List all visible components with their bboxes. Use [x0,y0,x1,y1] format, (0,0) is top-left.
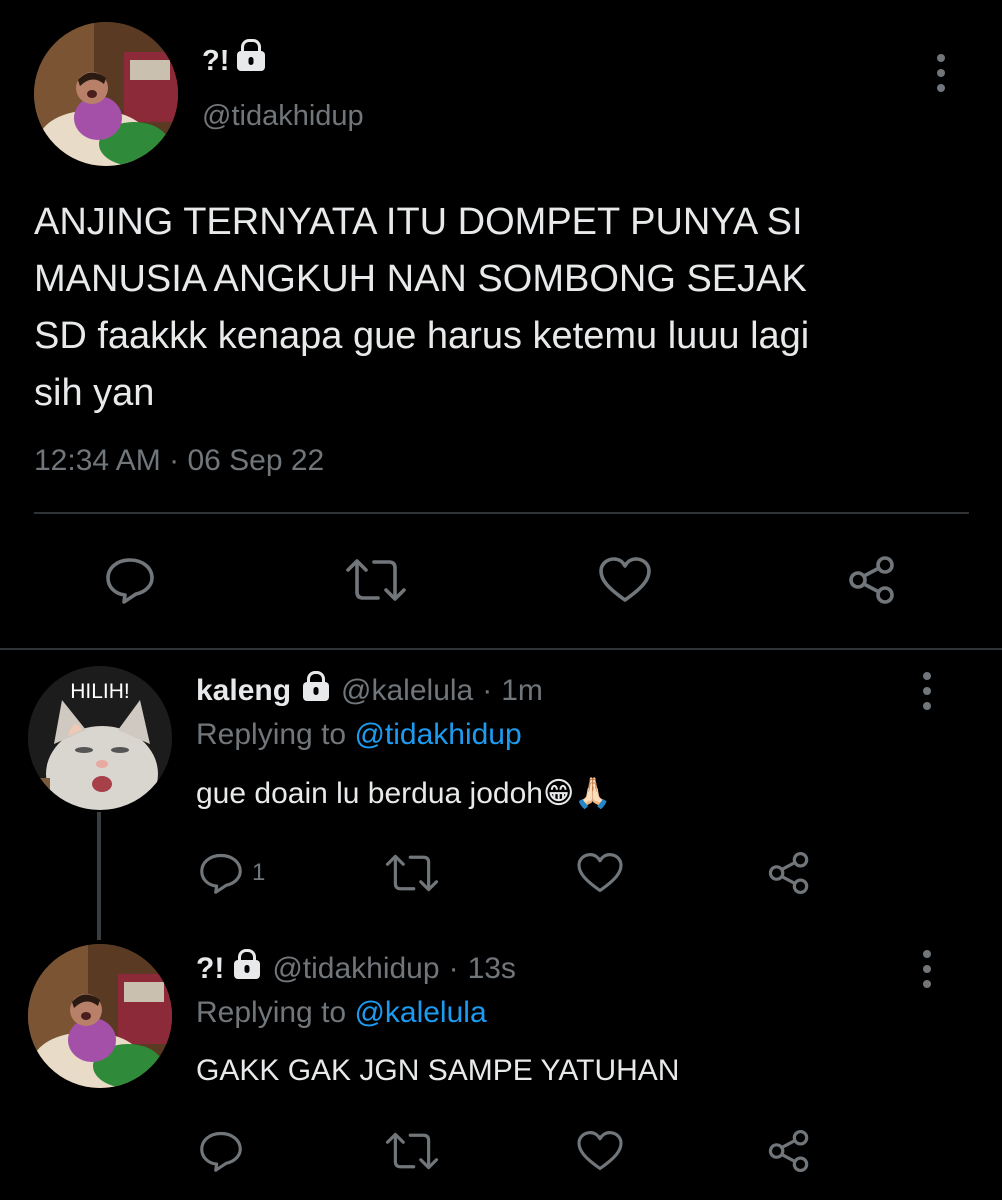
reply-icon[interactable] [104,556,156,604]
separator: · [448,952,459,985]
timestamp[interactable]: 1m [501,674,543,708]
replying-to: Replying to @tidakhidup [196,718,522,752]
retweet-icon[interactable] [344,556,408,604]
share-icon[interactable] [766,1128,812,1174]
reply-text: GAKK GAK JGN SAMPE YATUHAN [196,1054,680,1087]
reply-header: kaleng @kalelula · 1m [196,672,543,710]
display-name[interactable]: kaleng [196,674,291,708]
replying-prefix: Replying to [196,718,347,751]
display-name[interactable]: ?! [202,45,229,78]
lock-icon [303,681,330,701]
tweet-text-line: sih yan [34,372,155,414]
separator: · [169,444,180,477]
avatar[interactable]: HILIH! [28,666,172,810]
reply-button[interactable]: 1 [198,852,265,894]
reply-header: ?! @tidakhidup · 13s [196,950,516,988]
tweet-text-line: SD faakkk kenapa gue harus ketemu luuu l… [34,315,810,357]
lock-icon [237,51,266,71]
display-name[interactable]: ?! [196,952,224,986]
more-icon[interactable] [936,54,946,92]
author-handle[interactable]: @tidakhidup [202,100,364,133]
tweet-text-line: MANUSIA ANGKUH NAN SOMBONG SEJAK [34,258,807,300]
reply-text: gue doain lu berdua jodoh😁🙏🏻 [196,777,612,810]
avatar[interactable] [34,22,178,166]
mention-link[interactable]: @tidakhidup [354,718,521,751]
separator: · [482,674,493,707]
lock-icon [234,959,261,979]
divider [34,512,969,514]
avatar-image [28,944,172,1088]
replying-to: Replying to @kalelula [196,996,487,1030]
more-icon[interactable] [922,950,932,988]
retweet-icon[interactable] [384,852,440,894]
avatar[interactable] [28,944,172,1088]
tweet-date: 06 Sep 22 [187,444,325,477]
share-icon[interactable] [766,850,812,896]
avatar-caption: HILIH! [70,680,130,703]
thread-line [97,812,101,940]
reply-icon [198,852,244,894]
reply-count: 1 [252,859,266,886]
heart-icon[interactable] [598,556,652,604]
reply-icon[interactable] [198,1130,244,1172]
tweet-text: ANJING TERNYATA ITU DOMPET PUNYA SI MANU… [34,194,809,422]
timestamp[interactable]: 13s [468,952,516,986]
tweet-time: 12:34 AM [34,444,161,477]
author-name-row: ?! [202,44,266,78]
tweet-timestamp[interactable]: 12:34 AM · 06 Sep 22 [34,444,324,478]
tweet-text-line: ANJING TERNYATA ITU DOMPET PUNYA SI [34,201,803,243]
handle[interactable]: @kalelula [341,674,473,708]
handle[interactable]: @tidakhidup [272,952,439,986]
mention-link[interactable]: @kalelula [354,996,486,1029]
heart-icon[interactable] [576,852,624,894]
heart-icon[interactable] [576,1130,624,1172]
share-icon[interactable] [846,554,898,606]
avatar-image [34,22,178,166]
divider [0,648,1002,650]
replying-prefix: Replying to [196,996,347,1029]
retweet-icon[interactable] [384,1130,440,1172]
more-icon[interactable] [922,672,932,710]
